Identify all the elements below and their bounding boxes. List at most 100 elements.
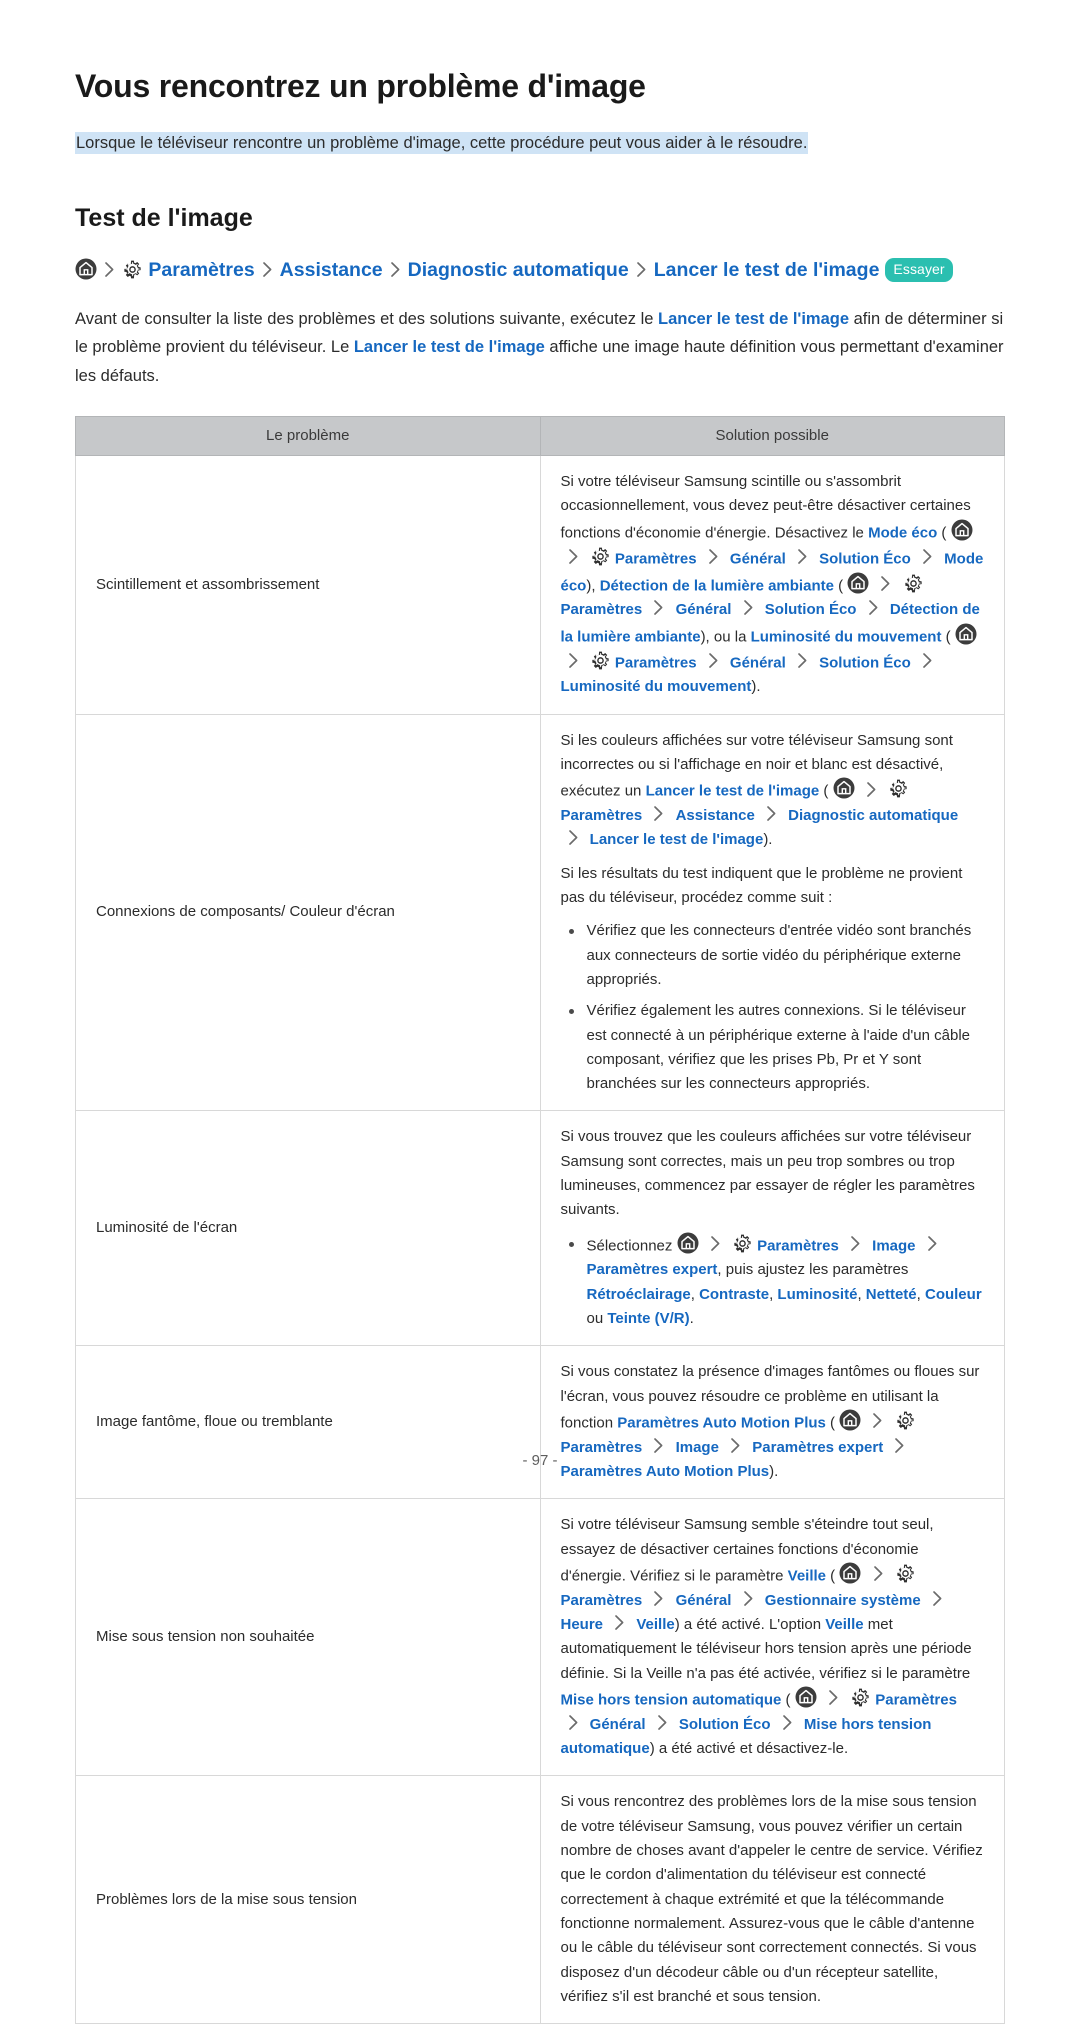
chevron-right-icon (709, 1235, 722, 1252)
chevron-right-icon (389, 261, 402, 278)
link-parametres[interactable]: Paramètres (561, 807, 643, 824)
text: ou (586, 1310, 608, 1328)
link-parametres-2[interactable]: Paramètres (561, 601, 643, 618)
chevron-right-icon (567, 829, 580, 846)
link-general[interactable]: Général (730, 550, 786, 567)
home-icon (839, 1409, 861, 1431)
chevron-right-icon (652, 1590, 665, 1607)
text: ( (941, 628, 951, 646)
link-veille[interactable]: Veille (788, 1568, 826, 1585)
problem-cell: Scintillement et assombrissement (75, 455, 541, 715)
problem-cell: Connexions de composants/ Couleur d'écra… (75, 713, 541, 1112)
chevron-right-icon (867, 599, 880, 616)
chevron-right-icon (261, 261, 274, 278)
chevron-right-icon (865, 781, 878, 798)
link-teinte[interactable]: Teinte (V/R) (607, 1310, 689, 1327)
link-contraste[interactable]: Contraste (699, 1286, 769, 1303)
path-item-parametres[interactable]: Paramètres (122, 257, 255, 283)
home-icon (955, 623, 977, 645)
text: ( (819, 782, 829, 800)
link-retroeclairage[interactable]: Rétroéclairage (587, 1286, 691, 1303)
link-mise-hors-tension[interactable]: Mise hors tension automatique (561, 1692, 782, 1709)
link-general[interactable]: Général (676, 1592, 732, 1609)
chevron-right-icon (921, 548, 934, 565)
home-icon (795, 1686, 817, 1708)
text: , puis ajustez les paramètres (717, 1261, 909, 1279)
link-parametres-3[interactable]: Paramètres (615, 654, 697, 671)
chevron-right-icon (781, 1714, 794, 1731)
essayer-badge[interactable]: Essayer (885, 257, 953, 282)
path-item-lancer-test[interactable]: Lancer le test de l'image (654, 257, 880, 283)
home-icon (677, 1232, 699, 1254)
link-mode-eco[interactable]: Mode éco (868, 524, 937, 541)
chevron-right-icon (931, 1590, 944, 1607)
link-veille-2[interactable]: Veille (636, 1616, 674, 1633)
path-item-assistance[interactable]: Assistance (280, 257, 383, 283)
link-gestionnaire-systeme[interactable]: Gestionnaire système (765, 1592, 921, 1609)
link-diagnostic[interactable]: Diagnostic automatique (788, 807, 958, 824)
link-auto-motion-plus[interactable]: Paramètres Auto Motion Plus (617, 1414, 826, 1431)
chevron-right-icon (827, 1689, 840, 1706)
chevron-right-icon (879, 575, 892, 592)
link-general-2[interactable]: Général (590, 1716, 646, 1733)
link-lancer-test-2[interactable]: Lancer le test de l'image (590, 831, 764, 848)
chevron-right-icon (652, 599, 665, 616)
chevron-right-icon (635, 261, 648, 278)
link-lancer-test[interactable]: Lancer le test de l'image (646, 783, 820, 800)
link-veille-3[interactable]: Veille (825, 1616, 863, 1633)
text: ( (826, 1567, 836, 1585)
path-label: Paramètres (148, 258, 255, 281)
solution-paragraph: Si vous rencontrez des problèmes lors de… (560, 1793, 983, 2005)
chevron-right-icon (849, 1235, 862, 1252)
link-parametres[interactable]: Paramètres (757, 1237, 839, 1254)
intro-link-1[interactable]: Lancer le test de l'image (658, 310, 849, 328)
solution-paragraph: Si votre téléviseur Samsung semble s'éte… (561, 1513, 987, 1761)
link-detection-lumiere[interactable]: Détection de la lumière ambiante (600, 577, 834, 594)
intro-link-2[interactable]: Lancer le test de l'image (354, 338, 545, 356)
chevron-right-icon (921, 652, 934, 669)
link-parametres[interactable]: Paramètres (615, 550, 697, 567)
link-heure[interactable]: Heure (561, 1616, 604, 1633)
text: . (689, 1310, 694, 1328)
text: ), ou la (700, 628, 751, 646)
path-item-diagnostic[interactable]: Diagnostic automatique (408, 257, 629, 283)
chevron-right-icon (707, 652, 720, 669)
text: ). (763, 831, 773, 849)
gear-icon (850, 1687, 871, 1708)
problem-cell: Image fantôme, floue ou tremblante (75, 1345, 541, 1500)
chevron-right-icon (707, 548, 720, 565)
link-luminosite[interactable]: Luminosité (777, 1286, 857, 1303)
solution-cell: Si votre téléviseur Samsung scintille ou… (539, 455, 1005, 715)
chevron-right-icon (926, 1235, 939, 1252)
problem-cell: Problèmes lors de la mise sous tension (75, 1775, 541, 2024)
chevron-right-icon (567, 652, 580, 669)
menu-path-breadcrumb[interactable]: Paramètres Assistance Diagnostic automat… (75, 257, 1005, 283)
link-solution-eco-3[interactable]: Solution Éco (819, 654, 911, 671)
link-solution-eco-2[interactable]: Solution Éco (765, 601, 857, 618)
link-solution-eco[interactable]: Solution Éco (819, 550, 911, 567)
home-icon (839, 1562, 861, 1584)
link-solution-eco[interactable]: Solution Éco (679, 1716, 771, 1733)
link-general-3[interactable]: Général (730, 654, 786, 671)
page-number: - 97 - (522, 1452, 558, 1469)
table-row: Scintillement et assombrissement Si votr… (75, 455, 1005, 715)
link-luminosite-mouvement-2[interactable]: Luminosité du mouvement (561, 678, 752, 695)
chevron-right-icon (652, 805, 665, 822)
link-image[interactable]: Image (872, 1237, 915, 1254)
link-parametres[interactable]: Paramètres (561, 1592, 643, 1609)
link-luminosite-mouvement[interactable]: Luminosité du mouvement (751, 628, 942, 645)
table-row: Luminosité de l'écran Si vous trouvez qu… (75, 1110, 1005, 1347)
path-home[interactable] (75, 257, 97, 283)
link-parametres-expert[interactable]: Paramètres expert (587, 1261, 718, 1278)
home-icon (833, 777, 855, 799)
link-assistance[interactable]: Assistance (676, 807, 755, 824)
solution-paragraph-2: Si les résultats du test indiquent que l… (560, 864, 963, 907)
link-nettete[interactable]: Netteté (866, 1286, 917, 1303)
link-parametres-2[interactable]: Paramètres (875, 1692, 957, 1709)
sep: , (857, 1285, 866, 1303)
link-couleur[interactable]: Couleur (925, 1286, 982, 1303)
text: ) a été activé. L'option (674, 1616, 826, 1634)
chevron-right-icon (796, 548, 809, 565)
gear-icon (732, 1233, 753, 1254)
link-general-2[interactable]: Général (676, 601, 732, 618)
